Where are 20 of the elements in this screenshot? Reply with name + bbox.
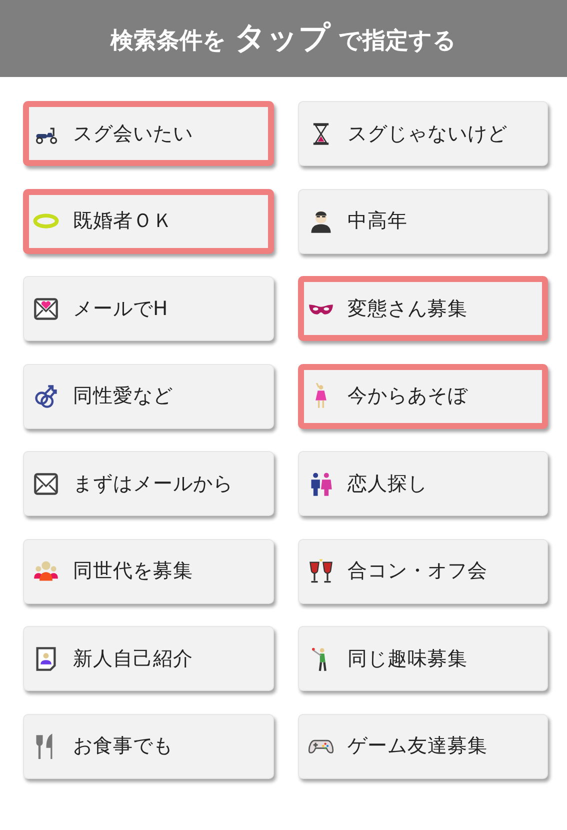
option-button[interactable]: ゲーム友達募集 bbox=[298, 714, 548, 778]
option-button[interactable]: お食事でも bbox=[23, 714, 274, 778]
wine-glasses-icon bbox=[308, 558, 334, 584]
option-button[interactable]: 中高年 bbox=[298, 188, 548, 254]
option-button[interactable]: スグ会いたい bbox=[23, 101, 274, 166]
option-button[interactable]: 同性愛など bbox=[23, 364, 274, 428]
envelope-icon bbox=[33, 470, 59, 496]
option-button[interactable]: 変態さん募集 bbox=[298, 276, 548, 341]
option-button[interactable]: 同じ趣味募集 bbox=[298, 626, 548, 691]
option-button[interactable]: まずはメールから bbox=[23, 451, 274, 516]
option-button[interactable]: 合コン・オフ会 bbox=[298, 538, 548, 604]
option-button[interactable]: メールでH bbox=[23, 276, 274, 341]
option-button[interactable]: スグじゃないけど bbox=[298, 101, 548, 166]
option-button[interactable]: 恋人探し bbox=[298, 451, 548, 516]
option-button[interactable]: 同世代を募集 bbox=[23, 538, 274, 604]
option-button[interactable]: 既婚者ＯＫ bbox=[23, 188, 274, 254]
male-symbols-icon bbox=[33, 383, 59, 409]
header-title: 検索条件を タップ で指定する bbox=[110, 19, 456, 58]
option-button[interactable]: 今からあそぼ bbox=[298, 364, 548, 428]
option-button[interactable]: 新人自己紹介 bbox=[23, 626, 274, 691]
